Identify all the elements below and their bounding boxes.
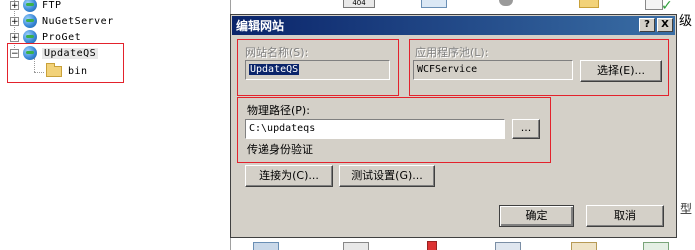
tree-highlight-box [7, 43, 124, 83]
dialog-titlebar[interactable]: 编辑网站 ? X [232, 16, 675, 35]
app-pool-field: WCFService [413, 60, 573, 80]
feature-icon [253, 242, 279, 250]
module-icon [499, 0, 513, 6]
handler-icon [421, 0, 447, 8]
globe-icon [23, 0, 37, 12]
tree-item-label: ProGet [42, 31, 82, 43]
help-button[interactable]: ? [639, 18, 655, 32]
ok-button[interactable]: 确定 [499, 205, 574, 227]
site-name-value: UpdateQS [249, 64, 300, 75]
site-name-field[interactable]: UpdateQS [245, 60, 390, 80]
feature-icon [495, 242, 521, 250]
expand-icon[interactable]: + [10, 16, 19, 26]
physical-path-input[interactable]: C:\updateqs [245, 119, 505, 139]
test-settings-button[interactable]: 测试设置(G)... [339, 165, 435, 187]
feature-icon [427, 241, 437, 250]
app-pool-label: 应用程序池(L): [415, 46, 489, 59]
browse-button[interactable]: ... [512, 119, 540, 139]
site-name-label: 网站名称(S): [245, 46, 309, 59]
edit-site-dialog: 编辑网站 ? X 网站名称(S): UpdateQS 应用程序池(L): WCF… [230, 14, 677, 238]
mime-icon [579, 0, 599, 8]
connect-as-button[interactable]: 连接为(C)... [245, 165, 333, 187]
expand-icon[interactable]: + [10, 32, 19, 42]
cancel-button[interactable]: 取消 [586, 205, 664, 227]
physical-path-label: 物理路径(P): [247, 104, 310, 117]
site-tree: + FTP + NuGetServer + ProGet − UpdateQS … [0, 0, 230, 250]
dialog-title: 编辑网站 [236, 19, 285, 33]
app-pool-value: WCFService [417, 64, 478, 75]
expand-icon[interactable]: + [10, 0, 19, 10]
feature-icon [343, 242, 369, 250]
close-button[interactable]: X [657, 18, 673, 32]
error-pages-icon: 404 [343, 0, 375, 8]
edge-text: 级 [679, 14, 693, 29]
check-icon: ✓ [661, 0, 673, 14]
tree-item-label: NuGetServer [42, 15, 114, 27]
physical-path-value: C:\updateqs [249, 123, 316, 134]
globe-icon [23, 14, 37, 28]
tree-item-nugetserver[interactable]: + NuGetServer [10, 13, 114, 29]
edge-text: 型 [680, 202, 693, 216]
select-app-pool-button[interactable]: 选择(E)... [580, 60, 662, 82]
feature-icon [643, 242, 669, 250]
globe-icon [23, 30, 37, 44]
pass-through-auth-label: 传递身份验证 [247, 143, 313, 156]
tree-item-ftp[interactable]: + FTP [10, 0, 62, 13]
tree-item-label: FTP [42, 0, 62, 11]
feature-icon [571, 242, 597, 250]
